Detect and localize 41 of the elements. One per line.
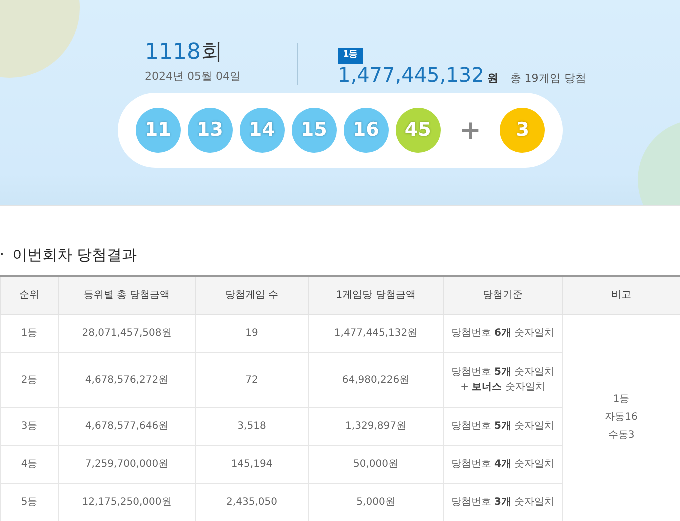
winner-count: 총 19게임 당첨 [510, 71, 586, 88]
lotto-ball: 45 [396, 108, 441, 153]
table-cell: 64,980,226원 [308, 352, 444, 408]
plus-sign: + [460, 118, 482, 144]
lotto-ball: 3 [500, 108, 546, 153]
lotto-ball: 15 [292, 108, 337, 153]
round-number: 1118 [145, 40, 201, 66]
table-cell: 145,194 [196, 446, 308, 484]
table-cell: 1,477,445,132원 [308, 314, 444, 352]
table-cell: 4,678,577,646원 [58, 408, 196, 446]
lotto-ball: 11 [136, 108, 181, 153]
table-cell: 5등 [0, 484, 58, 521]
column-header: 당첨게임 수 [196, 276, 308, 314]
column-header: 등위별 총 당첨금액 [58, 276, 196, 314]
bullet: · [0, 246, 4, 265]
table-cell: 3등 [0, 408, 58, 446]
table-cell: 2등 [0, 352, 58, 408]
lotto-ball: 13 [188, 108, 233, 153]
table-cell: 50,000원 [308, 446, 444, 484]
table-cell: 4,678,576,272원 [58, 352, 196, 408]
table-cell: 1,329,897원 [308, 408, 444, 446]
round-suffix: 회 [201, 40, 223, 66]
rank-badge: 1등 [338, 48, 364, 64]
column-header: 1게임당 당첨금액 [308, 276, 444, 314]
table-cell: 1등 [0, 314, 58, 352]
table-cell: 당첨번호 6개 숫자일치 [444, 314, 562, 352]
prize-unit: 원 [487, 71, 498, 88]
table-cell: 7,259,700,000원 [58, 446, 196, 484]
draw-date: 2024년 05월 04일 [145, 69, 241, 86]
column-header: 비고 [562, 276, 680, 314]
prize-amount: 1,477,445,132 [338, 64, 484, 86]
column-header: 순위 [0, 276, 58, 314]
column-header: 당첨기준 [444, 276, 562, 314]
lotto-ball: 14 [240, 108, 285, 153]
section-title: 이번회차 당첨결과 [12, 245, 138, 266]
table-cell: 4등 [0, 446, 58, 484]
table-cell: 19 [196, 314, 308, 352]
lotto-ball: 16 [344, 108, 389, 153]
table-cell: 28,071,457,508원 [58, 314, 196, 352]
table-cell: 3,518 [196, 408, 308, 446]
table-cell: 72 [196, 352, 308, 408]
